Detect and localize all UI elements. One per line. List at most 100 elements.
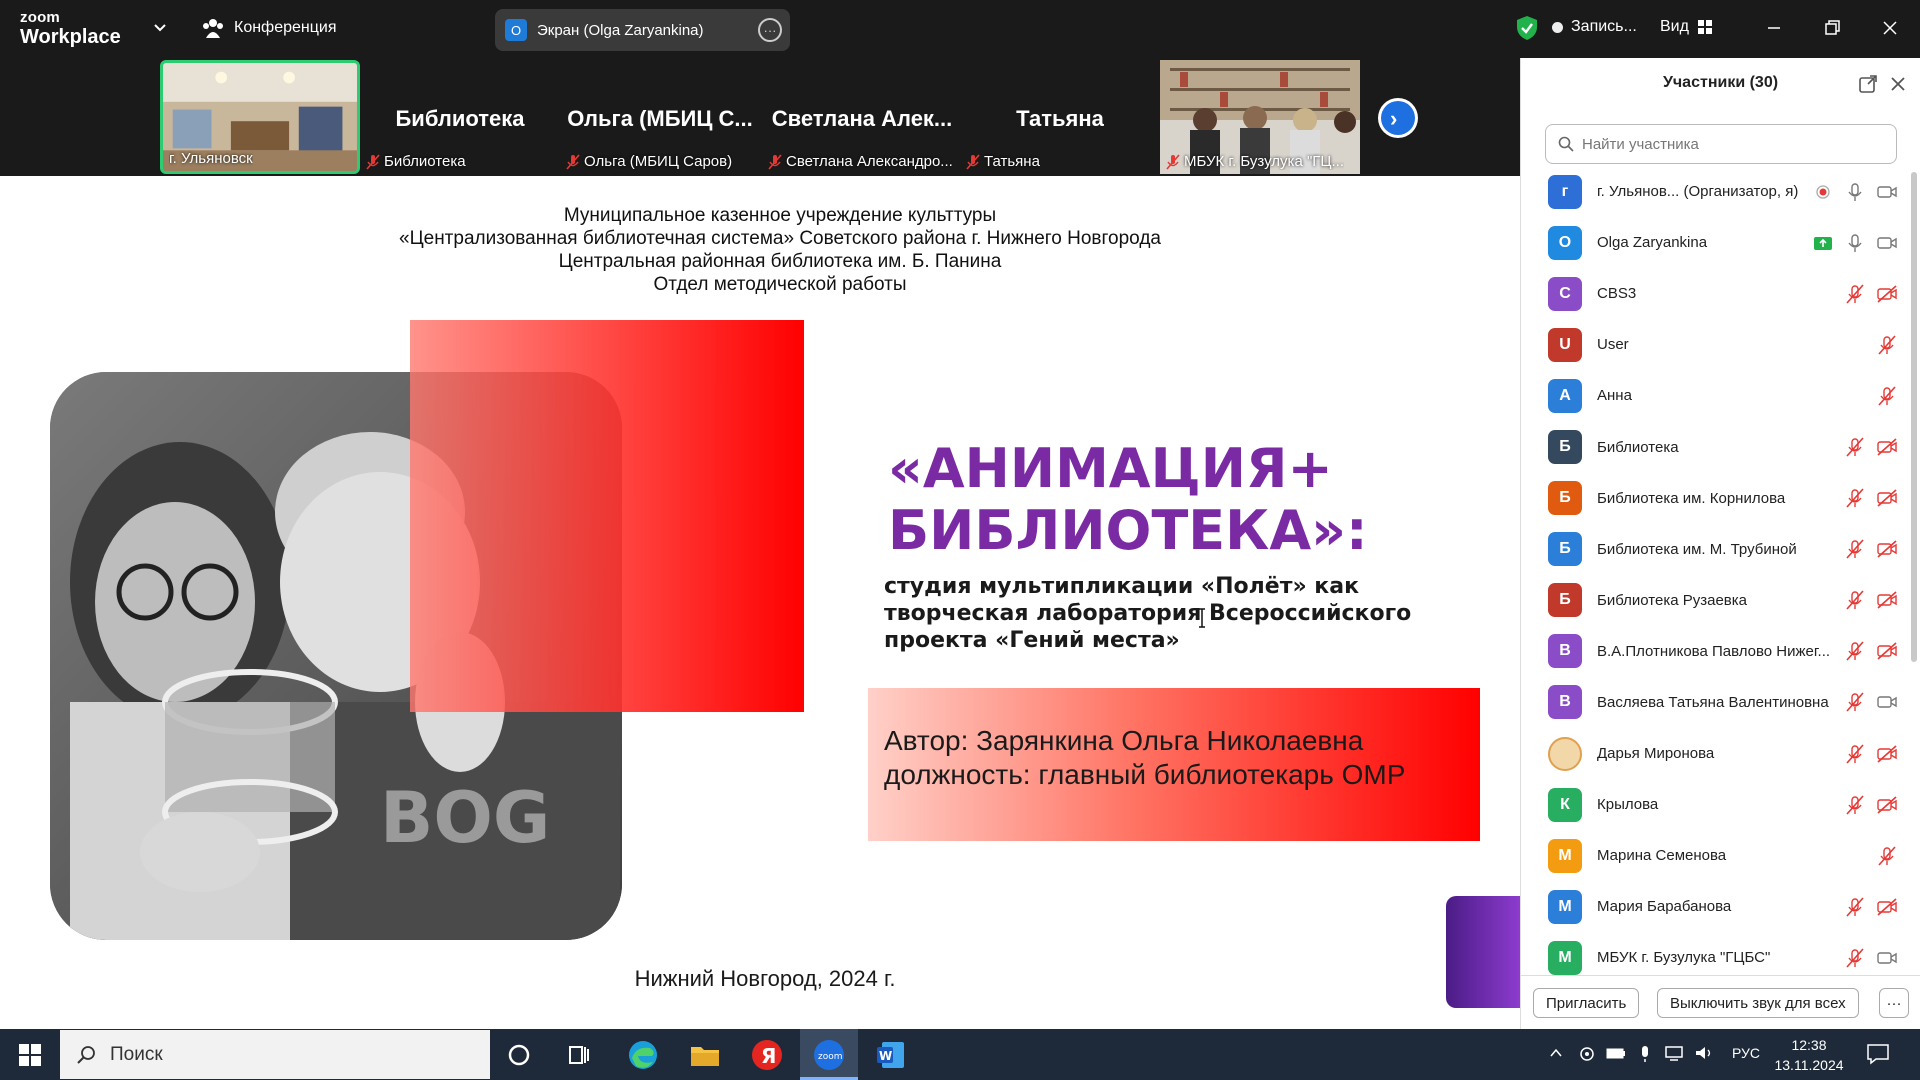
participant-name: User <box>1597 336 1629 354</box>
taskbar-search[interactable]: Поиск <box>60 1030 490 1079</box>
close-panel-icon[interactable] <box>1888 74 1908 94</box>
mic-muted-icon[interactable] <box>1876 334 1898 356</box>
video-tile-tatyana[interactable]: Татьяна Татьяна <box>960 60 1160 174</box>
mic-muted-icon[interactable] <box>1844 743 1866 765</box>
task-view-icon[interactable] <box>562 1038 596 1072</box>
participant-row[interactable]: М Мария Барабанова <box>1521 881 1906 932</box>
participant-search[interactable] <box>1545 124 1897 164</box>
mic-muted-icon[interactable] <box>1844 947 1866 969</box>
clock[interactable]: 12:38 13.11.2024 <box>1764 1035 1854 1075</box>
video-off-icon[interactable] <box>1876 283 1898 305</box>
video-camera-icon[interactable] <box>1876 181 1898 203</box>
popout-icon[interactable] <box>1858 74 1878 94</box>
participant-row[interactable]: Б Библиотека <box>1521 421 1906 472</box>
mic-muted-icon[interactable] <box>1844 538 1866 560</box>
next-page-button[interactable]: › <box>1378 98 1418 138</box>
zoom-workplace-logo[interactable]: zoom Workplace <box>20 10 121 47</box>
participant-row[interactable]: В В.А.Плотникова Павлово Нижег... <box>1521 626 1906 677</box>
restore-icon[interactable] <box>1818 14 1846 42</box>
edge-browser-icon[interactable] <box>626 1038 660 1072</box>
svg-text:BOG: BOG <box>380 777 550 859</box>
zoom-app-icon[interactable]: zoom <box>812 1038 846 1072</box>
participant-row[interactable]: C CBS3 <box>1521 268 1906 319</box>
video-tile-buzuluk[interactable]: МБУК г. Бузулука "ГЦ... <box>1160 60 1360 174</box>
video-off-icon[interactable] <box>1876 896 1898 918</box>
video-tile-ulyanovsk[interactable]: г. Ульяновск <box>160 60 360 174</box>
video-off-icon[interactable] <box>1876 538 1898 560</box>
participant-row[interactable]: U User <box>1521 319 1906 370</box>
participant-row[interactable]: O Olga Zaryankina <box>1521 217 1906 268</box>
participant-row[interactable]: Б Библиотека им. Корнилова <box>1521 473 1906 524</box>
video-off-icon[interactable] <box>1876 794 1898 816</box>
show-hidden-icons-icon[interactable] <box>1548 1045 1564 1061</box>
file-explorer-icon[interactable] <box>688 1038 722 1072</box>
mic-muted-icon[interactable] <box>1844 589 1866 611</box>
participant-row[interactable]: Дарья Миронова <box>1521 728 1906 779</box>
notifications-icon[interactable] <box>1866 1043 1890 1065</box>
camera-tray-icon[interactable] <box>1578 1045 1596 1063</box>
chevron-down-icon[interactable] <box>150 18 170 38</box>
screen-share-label: Экран (Olga Zaryankina) <box>537 21 704 39</box>
language-indicator[interactable]: РУС <box>1732 1045 1760 1061</box>
mic-off-icon <box>366 153 380 170</box>
microphone-icon[interactable] <box>1844 232 1866 254</box>
microphone-icon[interactable] <box>1844 181 1866 203</box>
video-off-icon[interactable] <box>1876 743 1898 765</box>
participant-row[interactable]: К Крылова <box>1521 779 1906 830</box>
participant-status-icons <box>1876 845 1898 867</box>
battery-icon[interactable] <box>1606 1045 1626 1061</box>
participant-row[interactable]: М Марина Семенова <box>1521 830 1906 881</box>
participant-row[interactable]: г г. Ульянов... (Организатор, я) <box>1521 166 1906 217</box>
panel-scrollbar[interactable] <box>1911 172 1917 662</box>
minimize-icon[interactable] <box>1760 14 1788 42</box>
volume-icon[interactable] <box>1694 1045 1714 1061</box>
record-dot-icon <box>1552 21 1563 33</box>
video-off-icon[interactable] <box>1876 589 1898 611</box>
mic-muted-icon[interactable] <box>1844 691 1866 713</box>
cortana-icon[interactable] <box>502 1038 536 1072</box>
network-icon[interactable] <box>1664 1045 1684 1061</box>
video-off-icon[interactable] <box>1876 640 1898 662</box>
header-line: Отдел методической работы <box>653 274 907 295</box>
more-options-icon[interactable]: ··· <box>758 18 782 42</box>
floating-purple-tab[interactable] <box>1446 896 1520 1008</box>
mic-muted-icon[interactable] <box>1844 896 1866 918</box>
mic-muted-icon[interactable] <box>1844 283 1866 305</box>
windows-start-icon[interactable] <box>18 1043 42 1067</box>
mic-muted-icon[interactable] <box>1876 385 1898 407</box>
more-options-button[interactable]: ··· <box>1879 988 1909 1018</box>
mic-muted-icon[interactable] <box>1844 794 1866 816</box>
participant-row[interactable]: Б Библиотека Рузаевка <box>1521 575 1906 626</box>
video-off-icon[interactable] <box>1876 436 1898 458</box>
participant-row[interactable]: А Анна <box>1521 370 1906 421</box>
participant-name: Дарья Миронова <box>1597 745 1715 763</box>
video-camera-icon[interactable] <box>1876 947 1898 969</box>
participant-row[interactable]: В Васляева Татьяна Валентиновна <box>1521 677 1906 728</box>
mic-muted-icon[interactable] <box>1844 487 1866 509</box>
mic-muted-icon[interactable] <box>1844 436 1866 458</box>
conference-button[interactable]: Конференция <box>202 18 337 38</box>
record-button[interactable]: Запись... <box>1552 18 1637 36</box>
invite-button[interactable]: Пригласить <box>1533 988 1640 1018</box>
yandex-browser-icon[interactable]: Я <box>750 1038 784 1072</box>
video-tile-biblioteka[interactable]: Библиотека Библиотека <box>360 60 560 174</box>
tile-name: Татьяна <box>1016 106 1104 131</box>
video-off-icon[interactable] <box>1876 487 1898 509</box>
video-camera-icon[interactable] <box>1876 232 1898 254</box>
zoom-title-bar: zoom Workplace Конференция O Экран (Olga… <box>0 0 1920 58</box>
close-icon[interactable] <box>1876 14 1904 42</box>
microphone-tray-icon[interactable] <box>1638 1045 1652 1063</box>
video-tile-svetlana[interactable]: Светлана Алек... Светлана Александро... <box>762 60 962 174</box>
participant-search-input[interactable] <box>1582 135 1882 153</box>
video-tile-olga-sarov[interactable]: Ольга (МБИЦ С... Ольга (МБИЦ Саров) <box>560 60 760 174</box>
screen-share-indicator[interactable]: O Экран (Olga Zaryankina) ··· <box>495 9 790 51</box>
mic-off-icon <box>1166 153 1180 170</box>
security-shield-icon[interactable] <box>1515 15 1539 41</box>
mute-all-button[interactable]: Выключить звук для всех <box>1657 988 1859 1018</box>
mic-muted-icon[interactable] <box>1844 640 1866 662</box>
word-app-icon[interactable]: W <box>874 1038 908 1072</box>
participant-row[interactable]: Б Библиотека им. М. Трубиной <box>1521 524 1906 575</box>
view-button[interactable]: Вид <box>1660 18 1713 36</box>
video-camera-icon[interactable] <box>1876 691 1898 713</box>
mic-muted-icon[interactable] <box>1876 845 1898 867</box>
